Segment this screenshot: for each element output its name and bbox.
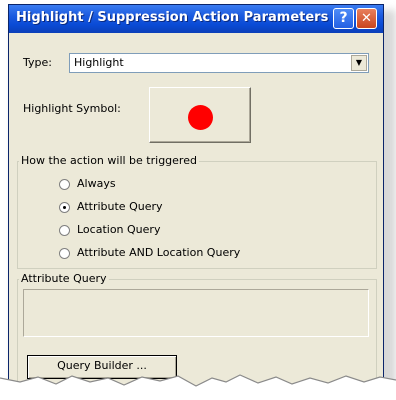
radio-location-query-label[interactable]: Location Query — [77, 223, 160, 236]
radio-attribute-and-location-query-label[interactable]: Attribute AND Location Query — [77, 246, 240, 259]
close-button[interactable]: ✕ — [356, 8, 377, 29]
radio-attribute-query[interactable] — [59, 202, 70, 213]
type-label: Type: — [23, 56, 52, 69]
radio-attribute-query-label[interactable]: Attribute Query — [77, 200, 163, 213]
radio-attribute-and-location-query[interactable] — [59, 248, 70, 259]
help-button[interactable]: ? — [333, 8, 354, 29]
type-dropdown[interactable]: Highlight ▼ — [69, 53, 369, 73]
torn-edge — [0, 374, 396, 400]
attribute-query-legend: Attribute Query — [19, 272, 109, 285]
type-dropdown-value: Highlight — [74, 56, 124, 69]
dialog-window: Highlight / Suppression Action Parameter… — [8, 4, 384, 398]
radio-always[interactable] — [59, 179, 70, 190]
red-circle-symbol-icon — [188, 105, 213, 130]
radio-location-query[interactable] — [59, 225, 70, 236]
highlight-symbol-label: Highlight Symbol: — [23, 102, 121, 115]
attribute-query-textbox[interactable] — [23, 289, 369, 337]
trigger-group-legend: How the action will be triggered — [19, 154, 199, 167]
title-bar[interactable]: Highlight / Suppression Action Parameter… — [9, 5, 383, 33]
dropdown-arrow-icon[interactable]: ▼ — [351, 55, 367, 71]
window-title: Highlight / Suppression Action Parameter… — [16, 10, 329, 25]
highlight-symbol-button[interactable] — [149, 87, 251, 143]
radio-always-label[interactable]: Always — [77, 177, 116, 190]
